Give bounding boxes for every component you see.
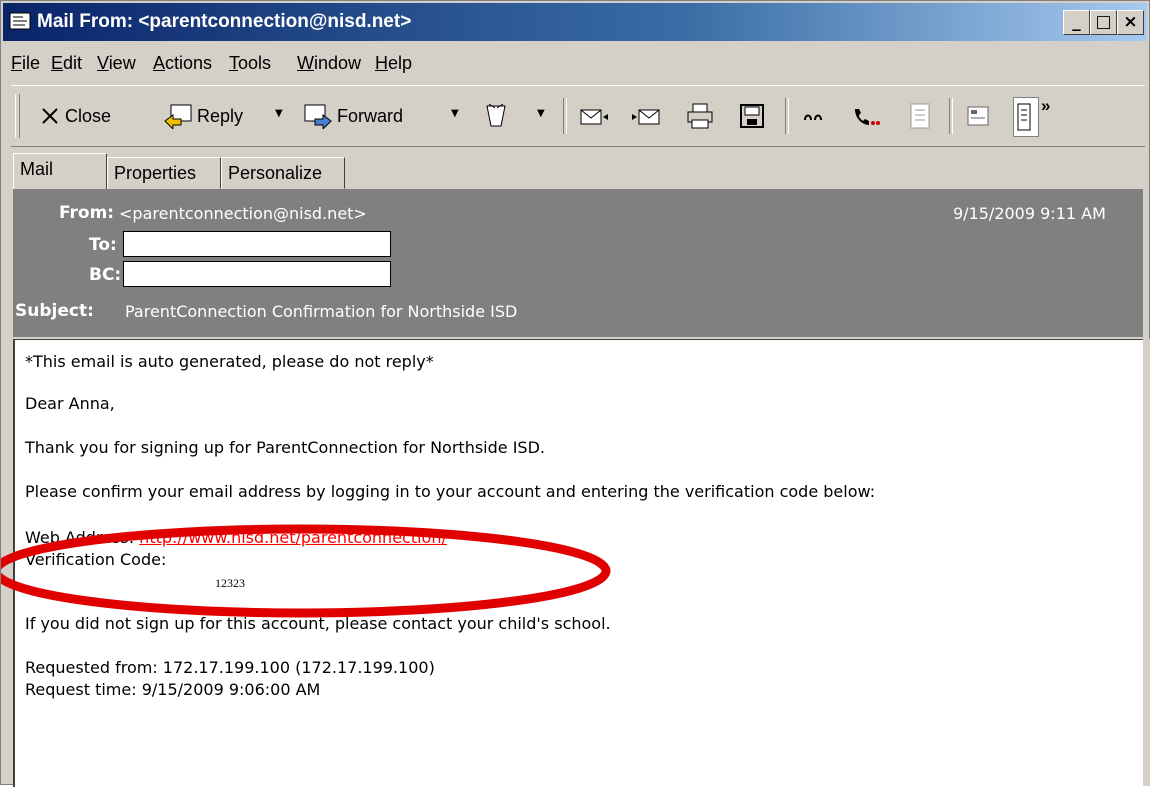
red-annotation-ellipse [1,524,611,618]
annotation-overlay [1,524,611,618]
mail-window: Mail From: <parentconnection@nisd.net> _… [0,0,1150,787]
